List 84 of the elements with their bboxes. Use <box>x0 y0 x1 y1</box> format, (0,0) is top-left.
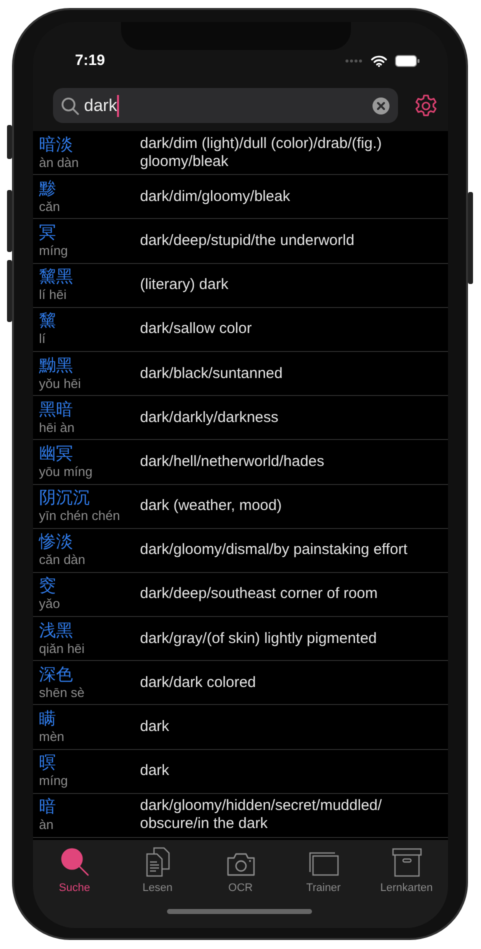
entry-row[interactable]: 黝黑 yǒu hēi dark/black/suntanned <box>33 352 448 396</box>
tab[interactable]: Lernkarten <box>365 846 448 896</box>
pinyin: yōu míng <box>39 464 94 480</box>
hanzi: 瞒 <box>39 709 57 730</box>
hanzi: 阴沉沉 <box>39 488 91 508</box>
signal-icon <box>345 59 363 63</box>
entry-row[interactable]: 黧黑 lí hēi (literary) dark <box>33 264 448 308</box>
entry-row[interactable]: 暗淡 àn dàn dark/dim (light)/dull (color)/drab/(fig.) gloomy/bleak <box>33 131 448 176</box>
entry-row[interactable]: 黪 cǎn dark/dim/gloomy/bleak <box>33 175 448 220</box>
battery-icon <box>395 55 420 67</box>
entry-row[interactable]: 幽冥 yōu míng dark/hell/netherworld/hades <box>33 440 448 484</box>
entry-row[interactable]: 惨淡 cǎn dàn dark/gloomy/dismal/by painstaking effort <box>33 528 448 573</box>
definition: dark/deep/stupid/the underworld <box>140 232 354 250</box>
settings-icon[interactable] <box>414 94 438 118</box>
definition: dark/gloomy/hidden/secret/muddled/ obscure/in the dark <box>140 797 383 834</box>
entry-row[interactable]: 黧 lí dark/sallow color <box>33 308 448 352</box>
pinyin: míng <box>39 773 69 790</box>
tab[interactable]: OCR <box>199 846 282 896</box>
definition: dark/dim (light)/dull (color)/drab/(fig.) gloomy/bleak <box>140 134 383 171</box>
search-field[interactable]: dark <box>53 88 398 123</box>
entry-row[interactable]: 浅黑 qiǎn hēi dark/gray/(of skin) lightly pigmented <box>33 617 448 662</box>
hanzi: 暝 <box>39 753 57 774</box>
definition: dark <box>140 762 170 780</box>
search-icon <box>61 96 79 114</box>
tab[interactable]: Trainer <box>282 846 365 896</box>
hanzi: 黪 <box>39 178 57 199</box>
definition: dark/sallow color <box>140 320 252 338</box>
wifi-icon <box>371 55 387 67</box>
entry-row[interactable]: 窔 yǎo dark/deep/southeast corner of room <box>33 572 448 618</box>
clear-icon[interactable] <box>372 96 390 114</box>
definition: dark/hell/netherworld/hades <box>140 452 324 471</box>
hanzi: 冥 <box>39 222 57 243</box>
pinyin: shēn sè <box>39 684 86 701</box>
definition: dark/gray/(of skin) lightly pigmented <box>140 630 377 648</box>
entry-row[interactable]: 黑暗 hēi àn dark/darkly/darkness <box>33 396 448 440</box>
pinyin: lí <box>39 331 46 348</box>
hanzi: 暗 <box>39 797 57 818</box>
definition: dark/darkly/darkness <box>140 408 278 427</box>
definition: dark/deep/southeast corner of room <box>140 585 378 604</box>
search-icon <box>60 846 90 876</box>
hanzi: 窔 <box>39 576 57 596</box>
entry-row[interactable]: 深色 shēn sè dark/dark colored <box>33 661 448 706</box>
hanzi: 黑暗 <box>39 400 74 420</box>
pinyin: cǎn <box>39 198 61 215</box>
pinyin: cǎn dàn <box>39 552 86 568</box>
definition: dark/dark colored <box>140 674 256 692</box>
pinyin: yǒu hēi <box>39 376 82 392</box>
entry-row[interactable]: 暝 míng dark <box>33 750 448 794</box>
entry-row[interactable]: 暗 àn dark/gloomy/hidden/secret/muddled/ obscure/in the dark <box>33 794 448 838</box>
tab[interactable]: Lesen <box>116 846 199 896</box>
entry-row[interactable]: 阴沉沉 yīn chén chén dark (weather, mood) <box>33 484 448 529</box>
hanzi: 幽冥 <box>39 444 74 464</box>
hanzi: 浅黑 <box>39 620 74 641</box>
text-cursor <box>117 94 120 116</box>
hanzi: 黧 <box>39 311 57 332</box>
entry-row[interactable]: 冥 míng dark/deep/stupid/the underworld <box>33 219 448 264</box>
pinyin: míng <box>39 242 69 259</box>
pinyin: mèn <box>39 729 66 746</box>
hanzi: 黝黑 <box>39 356 74 376</box>
tab[interactable]: Suche <box>33 846 116 896</box>
definition: dark/black/suntanned <box>140 364 283 383</box>
pinyin: àn dàn <box>39 154 80 171</box>
definition: dark/dim/gloomy/bleak <box>140 188 290 206</box>
hanzi: 惨淡 <box>39 532 74 552</box>
entry-row[interactable]: 瞒 mèn dark <box>33 705 448 750</box>
definition: dark/gloomy/dismal/by painstaking effort <box>140 541 408 560</box>
search-text: dark <box>84 94 118 117</box>
documents-icon <box>144 846 170 876</box>
status-time: 7:19 <box>75 50 106 71</box>
box-icon <box>392 846 422 876</box>
pinyin: yīn chén chén <box>39 508 121 524</box>
definition: (literary) dark <box>140 276 228 294</box>
pinyin: yǎo <box>39 596 61 612</box>
pinyin: hēi àn <box>39 420 76 436</box>
pinyin: lí hēi <box>39 287 68 304</box>
definition: dark (weather, mood) <box>140 497 282 516</box>
camera-icon <box>226 850 256 876</box>
hanzi: 深色 <box>39 664 74 685</box>
hanzi: 暗淡 <box>39 134 74 155</box>
pinyin: àn <box>39 817 54 834</box>
cards-icon <box>308 850 338 876</box>
definition: dark <box>140 718 170 736</box>
hanzi: 黧黑 <box>39 267 74 288</box>
pinyin: qiǎn hēi <box>39 640 86 657</box>
